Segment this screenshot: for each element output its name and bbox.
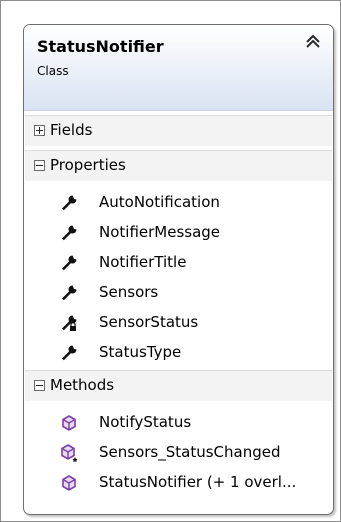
- property-item[interactable]: Sensors: [24, 278, 333, 308]
- wrench-icon: [59, 343, 79, 363]
- property-label: AutoNotification: [99, 193, 220, 211]
- property-item[interactable]: NotifierTitle: [24, 248, 333, 278]
- property-label: Sensors: [99, 283, 159, 301]
- method-item[interactable]: NotifyStatus: [24, 408, 333, 438]
- method-label: Sensors_StatusChanged: [99, 443, 281, 461]
- property-item[interactable]: StatusType: [24, 338, 333, 368]
- method-cube-icon: [59, 413, 79, 433]
- diagram-canvas: StatusNotifier Class Fields Properties A…: [0, 0, 341, 522]
- wrench-lock-icon: [59, 313, 79, 333]
- property-item[interactable]: NotifierMessage: [24, 218, 333, 248]
- method-label: NotifyStatus: [99, 413, 192, 431]
- property-label: NotifierMessage: [99, 223, 221, 241]
- class-name: StatusNotifier: [37, 37, 164, 56]
- wrench-icon: [59, 223, 79, 243]
- method-cube-star-icon: [59, 443, 79, 463]
- expand-plus-icon[interactable]: [34, 125, 45, 136]
- collapse-minus-icon[interactable]: [34, 380, 45, 391]
- collapse-minus-icon[interactable]: [34, 160, 45, 171]
- collapse-chevron-icon[interactable]: [303, 31, 323, 51]
- wrench-icon: [59, 193, 79, 213]
- section-properties-label: Properties: [50, 156, 126, 174]
- property-label: StatusType: [99, 343, 182, 361]
- section-properties[interactable]: Properties: [25, 150, 332, 181]
- section-fields[interactable]: Fields: [25, 115, 332, 146]
- section-methods[interactable]: Methods: [25, 370, 332, 401]
- section-methods-label: Methods: [50, 376, 115, 394]
- property-item[interactable]: AutoNotification: [24, 188, 333, 218]
- method-label: StatusNotifier (+ 1 overl...: [99, 473, 297, 491]
- property-label: NotifierTitle: [99, 253, 187, 271]
- property-item[interactable]: SensorStatus: [24, 308, 333, 338]
- method-item[interactable]: Sensors_StatusChanged: [24, 438, 333, 468]
- section-fields-label: Fields: [50, 121, 93, 139]
- class-shape[interactable]: StatusNotifier Class Fields Properties A…: [23, 24, 334, 515]
- wrench-icon: [59, 253, 79, 273]
- class-kind: Class: [37, 64, 69, 78]
- method-cube-icon: [59, 473, 79, 493]
- method-item[interactable]: StatusNotifier (+ 1 overl...: [24, 468, 333, 498]
- wrench-icon: [59, 283, 79, 303]
- class-header[interactable]: StatusNotifier Class: [24, 25, 333, 111]
- property-label: SensorStatus: [99, 313, 199, 331]
